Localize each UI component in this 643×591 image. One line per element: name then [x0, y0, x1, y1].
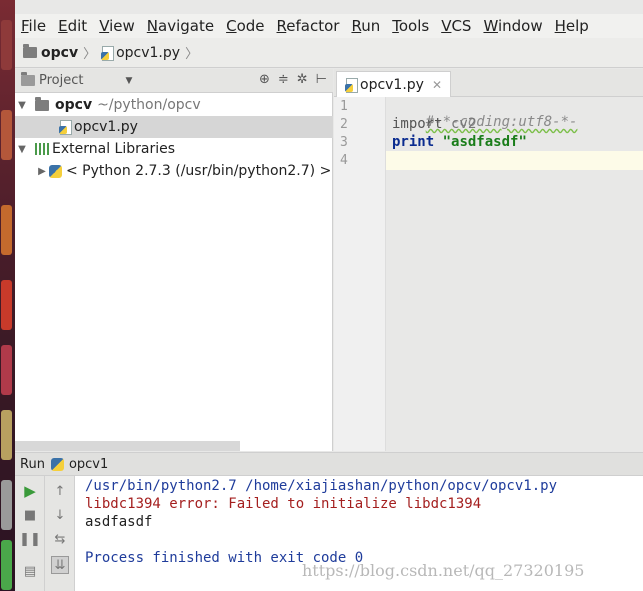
expand-arrow-icon[interactable]: ▶	[35, 166, 49, 177]
hide-panel-icon[interactable]: ⊢	[316, 72, 327, 87]
line-number-gutter: 1 2 3 4	[334, 97, 386, 451]
run-panel-label[interactable]: Run	[20, 457, 45, 472]
code-editor[interactable]: #-*-coding:utf8-*- import cv2 print "asd…	[386, 97, 643, 451]
menu-file[interactable]: File	[15, 17, 52, 35]
menu-navigate[interactable]: Navigate	[141, 17, 220, 35]
editor-tab-bar: opcv1.py ✕	[334, 69, 643, 97]
horizontal-scrollbar[interactable]	[15, 441, 240, 451]
menu-window[interactable]: Window	[477, 17, 548, 35]
launcher-app-icon[interactable]	[1, 280, 12, 330]
line-number: 1	[340, 99, 348, 114]
code-line-3: print "asdfasdf"	[392, 134, 527, 152]
launcher-app-icon[interactable]	[1, 540, 12, 590]
menu-help[interactable]: Help	[549, 17, 595, 35]
collapse-all-icon[interactable]: ≑	[278, 72, 289, 87]
tree-item-external-libraries[interactable]: ▼ External Libraries	[15, 138, 333, 160]
code-line-2: import cv2	[392, 116, 476, 134]
pause-icon[interactable]: ❚❚	[19, 530, 41, 548]
project-panel-title[interactable]: Project	[39, 73, 83, 88]
folder-icon	[23, 44, 37, 58]
line-number: 4	[340, 153, 348, 168]
code-string: "asdfasdf"	[434, 134, 527, 150]
launcher-app-icon[interactable]	[1, 345, 12, 395]
launcher-app-icon[interactable]	[1, 110, 12, 160]
console-output-line: asdfasdf	[85, 514, 153, 530]
tree-item-root[interactable]: ▼ opcv ~/python/opcv	[15, 94, 333, 116]
breadcrumb-file[interactable]: opcv1.py	[116, 45, 180, 61]
menu-vcs[interactable]: VCS	[435, 17, 477, 35]
gear-icon[interactable]: ✲	[297, 72, 308, 87]
tree-file-name: opcv1.py	[74, 119, 138, 135]
tree-root-path: ~/python/opcv	[97, 97, 201, 113]
layout-icon[interactable]: ▤	[21, 562, 39, 580]
ubuntu-launcher	[0, 0, 15, 591]
launcher-app-icon[interactable]	[1, 480, 12, 530]
arrow-down-icon[interactable]: ↓	[51, 506, 69, 524]
library-icon	[35, 143, 49, 155]
code-line-1: #-*-coding:utf8-*-	[392, 98, 578, 130]
chevron-right-icon: 〉	[83, 47, 97, 62]
launcher-app-icon[interactable]	[1, 20, 12, 70]
menu-refactor[interactable]: Refactor	[271, 17, 346, 35]
tree-item-file[interactable]: opcv1.py	[15, 116, 333, 138]
python-file-icon	[101, 45, 115, 61]
launcher-app-icon[interactable]	[1, 410, 12, 460]
console-error-line: libdc1394 error: Failed to initialize li…	[85, 496, 482, 512]
python-icon	[49, 164, 62, 178]
code-keyword: print	[392, 134, 435, 150]
tab-label: opcv1.py	[360, 76, 424, 93]
launcher-app-icon[interactable]	[1, 205, 12, 255]
folder-icon	[35, 96, 49, 111]
run-panel-header: Run opcv1	[15, 452, 643, 476]
expand-arrow-icon[interactable]: ▼	[15, 144, 29, 155]
menu-edit[interactable]: Edit	[52, 17, 93, 35]
menu-run[interactable]: Run	[345, 17, 386, 35]
menu-bar: File Edit View Navigate Code Refactor Ru…	[15, 14, 643, 38]
tab-opcv1[interactable]: opcv1.py ✕	[336, 71, 452, 97]
external-libraries-label: External Libraries	[52, 141, 175, 157]
code-keyword: import	[392, 116, 443, 132]
project-tree: ▼ opcv ~/python/opcv opcv1.py ▼ External…	[15, 93, 333, 451]
menu-code[interactable]: Code	[220, 17, 270, 35]
line-number: 2	[340, 117, 348, 132]
project-panel-header: Project ▼ ⊕ ≑ ✲ ⊢	[15, 69, 333, 93]
close-icon[interactable]: ✕	[432, 78, 442, 92]
locate-icon[interactable]: ⊕	[259, 72, 270, 87]
run-config-name: opcv1	[68, 456, 109, 472]
menu-tools[interactable]: Tools	[386, 17, 435, 35]
python-icon	[50, 457, 64, 471]
tree-root-name: opcv	[55, 97, 93, 113]
tree-item-python-sdk[interactable]: ▶ < Python 2.7.3 (/usr/bin/python2.7) >	[15, 160, 333, 182]
expand-arrow-icon[interactable]: ▼	[15, 100, 29, 111]
folder-icon	[21, 72, 35, 86]
code-identifier: cv2	[442, 116, 477, 132]
chevron-right-icon: 〉	[185, 47, 199, 62]
dropdown-arrow-icon[interactable]: ▼	[125, 76, 132, 86]
arrow-up-icon[interactable]: ↑	[51, 482, 69, 500]
python-sdk-label: < Python 2.7.3 (/usr/bin/python2.7) >	[66, 163, 332, 179]
breadcrumb: opcv 〉 opcv1.py 〉	[15, 38, 643, 68]
breadcrumb-project[interactable]: opcv	[41, 45, 78, 61]
python-file-icon	[345, 77, 358, 93]
soft-wrap-icon[interactable]: ⇆	[51, 530, 69, 548]
console-command-line: /usr/bin/python2.7 /home/xiajiashan/pyth…	[85, 478, 558, 494]
line-number: 3	[340, 135, 348, 150]
python-file-icon	[59, 120, 72, 135]
stop-icon[interactable]: ■	[21, 506, 39, 524]
watermark: https://blog.csdn.net/qq_27320195	[302, 561, 585, 580]
rerun-icon[interactable]: ▶	[21, 482, 39, 500]
menu-view[interactable]: View	[93, 17, 141, 35]
run-toolbar-primary: ▶ ■ ❚❚ ▤	[15, 476, 45, 591]
run-toolbar-secondary: ↑ ↓ ⇆ ⇊	[45, 476, 75, 591]
scroll-to-end-icon[interactable]: ⇊	[51, 556, 69, 574]
